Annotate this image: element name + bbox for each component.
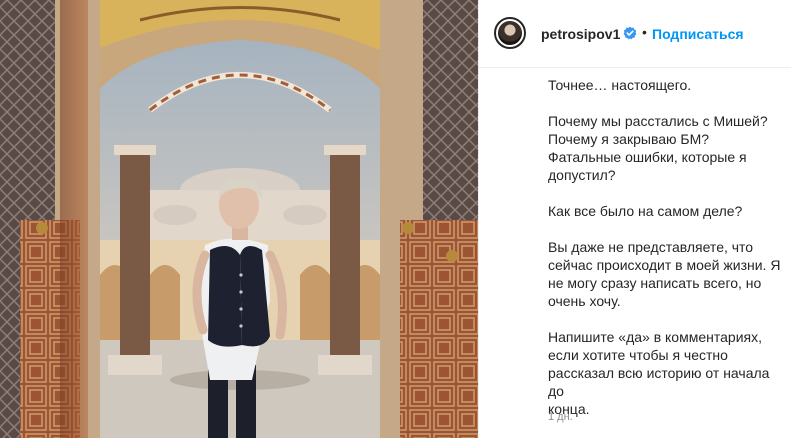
follow-button[interactable]: Подписаться: [652, 26, 744, 42]
avatar[interactable]: [494, 17, 526, 49]
caption-paragraph: Почему мы расстались с Мишей? Почему я з…: [548, 113, 768, 183]
post-photo[interactable]: [0, 0, 478, 438]
avatar-image: [498, 21, 522, 45]
separator-dot: •: [642, 24, 647, 40]
post-side-panel: petrosipov1 • Подписаться Точнее… настоя…: [478, 0, 791, 438]
post-timestamp[interactable]: 1 дн.: [548, 411, 573, 423]
caption-paragraph: Как все было на самом деле?: [548, 203, 743, 219]
post-header: petrosipov1 • Подписаться: [479, 0, 791, 68]
post-photo-illustration: [0, 0, 478, 438]
caption-paragraph: Точнее… настоящего.: [548, 77, 692, 93]
caption: Точнее… настоящего. Почему мы расстались…: [548, 76, 784, 436]
verified-badge-icon: [623, 26, 637, 40]
caption-paragraph: Напишите «да» в комментариях, если хотит…: [548, 329, 770, 417]
username-link[interactable]: petrosipov1: [541, 26, 620, 42]
caption-paragraph: Вы даже не представляете, что сейчас про…: [548, 239, 781, 309]
